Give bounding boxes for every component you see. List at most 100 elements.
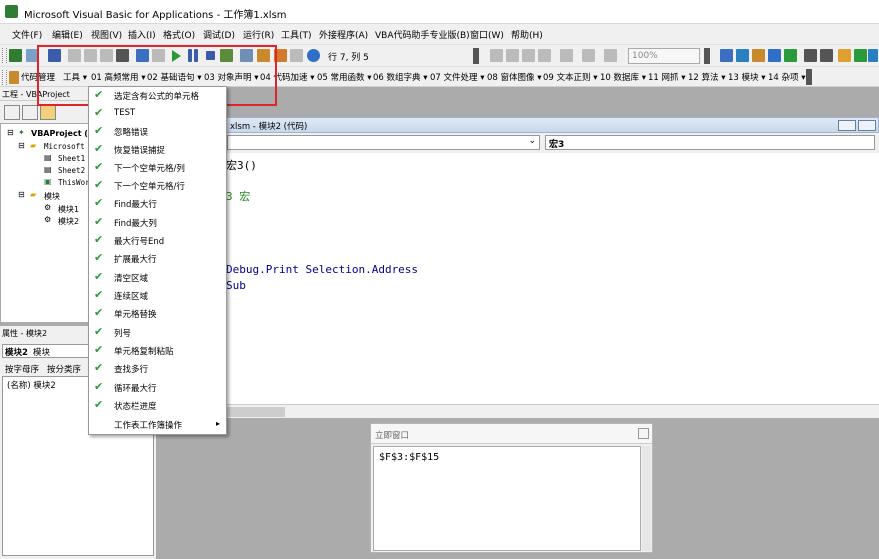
menu-08-form[interactable]: 08 窗体图像 ▾ <box>487 71 542 83</box>
size-icon[interactable] <box>604 49 617 62</box>
dropdown-item[interactable]: ✔ 扩展最大行 <box>89 250 226 268</box>
procedure-combo-value: 宏3 <box>549 140 565 150</box>
dropdown-item[interactable]: ✔ 循环最大行 <box>89 379 226 397</box>
menu-09-regex[interactable]: 09 文本正则 ▾ <box>543 71 598 83</box>
dropdown-item[interactable]: ✔ 单元格替换 <box>89 305 226 323</box>
check-icon: ✔ <box>94 380 104 393</box>
vba-tool-7-icon[interactable] <box>868 49 878 62</box>
menu-debug[interactable]: 调试(D) <box>203 28 235 41</box>
menu-insert[interactable]: 插入(I) <box>128 28 156 41</box>
immediate-scrollbar[interactable] <box>642 446 651 551</box>
dropdown-item[interactable]: ✔ 下一个空单元格/列 <box>89 159 226 177</box>
code-editor[interactable]: 宏3() 3 宏 Debug.Print Selection.Address S… <box>225 153 879 404</box>
view-object-button[interactable] <box>22 105 38 120</box>
dropdown-submenu[interactable]: 工作表工作簿操作 ▸ <box>89 416 226 434</box>
excel-view-icon[interactable] <box>9 49 22 62</box>
tree-expander-excel[interactable]: ⊟ <box>18 141 25 150</box>
dropdown-item[interactable]: ✔ Find最大行 <box>89 195 226 213</box>
uncomment-icon[interactable] <box>820 49 833 62</box>
tree-excel-objects[interactable]: Microsoft E <box>44 142 94 151</box>
tree-expander-modules[interactable]: ⊟ <box>18 190 25 199</box>
window-title: Microsoft Visual Basic for Applications … <box>24 10 287 21</box>
code-maximize-button[interactable] <box>858 120 876 131</box>
menu-format[interactable]: 格式(O) <box>163 28 195 41</box>
menu-07-file[interactable]: 07 文件处理 ▾ <box>430 71 485 83</box>
tree-sheet2[interactable]: Sheet2 <box>58 166 85 175</box>
hand-icon[interactable] <box>838 49 851 62</box>
menu-help[interactable]: 帮助(H) <box>511 28 543 41</box>
toggle-folders-button[interactable] <box>40 105 56 120</box>
tab-categorized[interactable]: 按分类序 <box>47 363 81 375</box>
frequent-menu-dropdown: ✔ 选定含有公式的单元格 ✔ TEST ✔ 忽略错误 ✔ 恢复错误捕捉 ✔ 下一个空单元格… <box>88 86 227 435</box>
dropdown-item[interactable]: ✔ Find最大列 <box>89 214 226 232</box>
dropdown-item[interactable]: ✔ 下一个空单元格/行 <box>89 177 226 195</box>
tree-expander[interactable]: ⊟ <box>7 128 14 137</box>
scroll-thumb[interactable] <box>225 407 285 417</box>
dropdown-item[interactable]: ✔ 忽略错误 <box>89 123 226 141</box>
dropdown-item[interactable]: ✔ 单元格复制粘贴 <box>89 342 226 360</box>
vba-tool-6-icon[interactable] <box>854 49 867 62</box>
menu-13-module[interactable]: 13 模块 ▾ <box>728 71 766 83</box>
toolbar-overflow-2[interactable] <box>704 48 710 64</box>
zoom-select[interactable]: 100% <box>628 48 700 64</box>
menu-14-misc[interactable]: 14 杂项 ▾ <box>768 71 806 83</box>
dropdown-item[interactable]: ✔ 选定含有公式的单元格 <box>89 87 226 105</box>
center-icon[interactable] <box>582 49 595 62</box>
zoom-value: 100% <box>632 51 658 61</box>
vba-tool-5-icon[interactable] <box>784 49 797 62</box>
menu-edit[interactable]: 编辑(E) <box>52 28 83 41</box>
immediate-close-icon[interactable] <box>638 428 649 439</box>
vba-tool-4-icon[interactable] <box>768 49 781 62</box>
menu-file[interactable]: 文件(F) <box>12 28 42 41</box>
menu-run[interactable]: 运行(R) <box>243 28 274 41</box>
toolbar2-grip[interactable] <box>2 70 7 85</box>
vba-tool-2-icon[interactable] <box>736 49 749 62</box>
immediate-output[interactable]: $F$3:$F$15 <box>373 446 641 551</box>
toolbar-overflow[interactable] <box>473 48 479 64</box>
dropdown-item[interactable]: ✔ 查找多行 <box>89 360 226 378</box>
procedure-combo[interactable]: 宏3 <box>545 135 875 150</box>
code-hscrollbar[interactable] <box>225 404 879 418</box>
tree-modules[interactable]: 模块 <box>44 191 60 202</box>
object-combo[interactable]: ⌄ <box>227 135 540 150</box>
tree-root[interactable]: VBAProject ( <box>31 129 88 138</box>
toolbar2-overflow[interactable] <box>806 69 812 85</box>
vba-tool-3-icon[interactable] <box>752 49 765 62</box>
menu-05-functions[interactable]: 05 常用函数 ▾ <box>317 71 372 83</box>
align-left-icon[interactable] <box>560 49 573 62</box>
indent-icon[interactable] <box>490 49 503 62</box>
dropdown-item[interactable]: ✔ 清空区域 <box>89 269 226 287</box>
properties-name-row[interactable]: (名称) 模块2 <box>7 379 56 391</box>
menu-tools[interactable]: 工具(T) <box>281 28 312 41</box>
tree-module2[interactable]: 模块2 <box>58 216 79 227</box>
outdent-icon[interactable] <box>506 49 519 62</box>
vba-tool-1-icon[interactable] <box>720 49 733 62</box>
menu-view[interactable]: 视图(V) <box>91 28 122 41</box>
dropdown-item[interactable]: ✔ TEST <box>89 105 226 123</box>
tab-alphabetic[interactable]: 按字母序 <box>5 363 39 375</box>
tree-sheet1[interactable]: Sheet1 <box>58 154 85 163</box>
menu-vba-helper[interactable]: VBA代码助手专业版(B) <box>375 28 470 41</box>
toolbox-icon[interactable] <box>290 49 303 62</box>
code-minimize-button[interactable] <box>838 120 856 131</box>
tree-module1[interactable]: 模块1 <box>58 204 79 215</box>
immediate-output-text: $F$3:$F$15 <box>379 452 440 463</box>
view-code-button[interactable] <box>4 105 20 120</box>
menu-10-database[interactable]: 10 数据库 ▾ <box>600 71 646 83</box>
dropdown-item[interactable]: ✔ 连续区域 <box>89 287 226 305</box>
menu-window[interactable]: 窗口(W) <box>470 28 504 41</box>
dropdown-item[interactable]: ✔ 状态栏进度 <box>89 397 226 415</box>
check-icon: ✔ <box>94 251 104 264</box>
menu-11-web[interactable]: 11 网抓 ▾ <box>648 71 686 83</box>
dropdown-item[interactable]: ✔ 最大行号End <box>89 232 226 250</box>
dropdown-item[interactable]: ✔ 恢复错误捕捉 <box>89 141 226 159</box>
menu-addins[interactable]: 外接程序(A) <box>319 28 368 41</box>
toolbar-grip[interactable] <box>2 48 7 63</box>
dropdown-item[interactable]: ✔ 列号 <box>89 324 226 342</box>
menu-12-algorithm[interactable]: 12 算法 ▾ <box>688 71 726 83</box>
group-icon[interactable] <box>538 49 551 62</box>
help-icon[interactable] <box>307 49 320 62</box>
menu-06-array[interactable]: 06 数组字典 ▾ <box>373 71 428 83</box>
comment-icon[interactable] <box>804 49 817 62</box>
align-icon[interactable] <box>522 49 535 62</box>
